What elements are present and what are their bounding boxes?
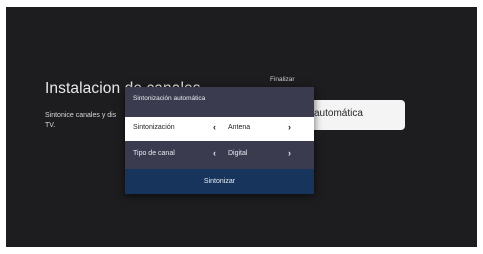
- automatic-tuning-label: automática: [314, 108, 363, 119]
- chevron-right-icon[interactable]: ›: [288, 122, 291, 132]
- dialog-title: Sintonización automática: [133, 95, 206, 102]
- tuning-source-label: Sintonización: [133, 124, 175, 131]
- chevron-left-icon[interactable]: ‹: [213, 148, 216, 158]
- tuning-source-selector[interactable]: Sintonización ‹ Antena ›: [125, 117, 314, 141]
- chevron-left-icon[interactable]: ‹: [213, 122, 216, 132]
- tuning-source-value: Antena: [228, 124, 251, 131]
- finalize-button[interactable]: Finalizar: [270, 76, 295, 83]
- tv-screen: Instalacion de canales Sintonice canales…: [6, 7, 477, 247]
- channel-type-label: Tipo de canal: [133, 150, 175, 157]
- auto-tuning-dialog: Sintonización automática Sintonización ‹…: [125, 87, 314, 194]
- tune-button[interactable]: Sintonizar: [125, 169, 314, 194]
- channel-type-value: Digital: [228, 150, 248, 157]
- description-line: TV.: [45, 122, 56, 129]
- description-line: Sintonice canales y dis: [45, 112, 117, 119]
- chevron-right-icon[interactable]: ›: [288, 148, 291, 158]
- page-description: Sintonice canales y dis TV.: [45, 111, 131, 131]
- channel-type-selector[interactable]: Tipo de canal ‹ Digital ›: [125, 143, 314, 167]
